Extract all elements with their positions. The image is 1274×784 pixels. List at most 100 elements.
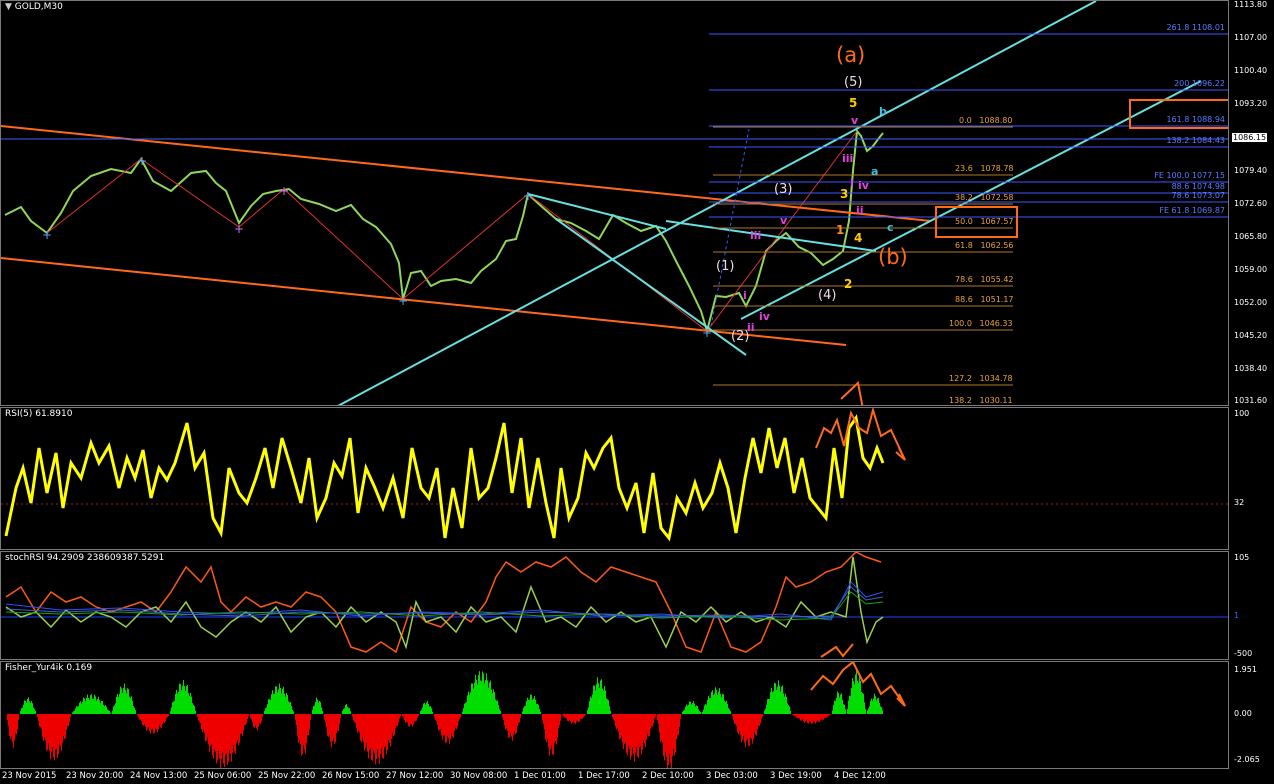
x-tick-label: 25 Nov 06:00	[194, 771, 252, 781]
stochrsi-orange-line	[5, 552, 882, 654]
stochrsi-title: stochRSI 94.2909 238609387.5291	[5, 553, 165, 563]
y-tick-label: 1100.40	[1234, 66, 1268, 75]
y-tick-label: 0.00	[1234, 709, 1252, 718]
y-tick-label: 1.951	[1234, 665, 1257, 674]
fib-label: FE 61.8 1069.87	[1159, 206, 1225, 215]
fisher-y-axis: 1.951 0.00 -2.065	[1230, 661, 1274, 769]
y-tick-label: 1113.80	[1234, 0, 1268, 9]
fisher-canvas	[7, 662, 906, 768]
y-tick-label: 32	[1234, 498, 1245, 507]
x-tick-label: 4 Dec 12:00	[834, 771, 886, 781]
stochrsi-canvas	[1, 552, 1228, 658]
stochrsi-projection-arrow	[820, 643, 854, 658]
fib-label: 138.2 1084.43	[1166, 136, 1225, 145]
stochrsi-green-line	[5, 556, 884, 650]
wave-label-v: v	[851, 114, 859, 127]
retr-label: 23.6 1078.78	[955, 164, 1014, 173]
fisher-pane[interactable]: Fisher_Yur4ik 0.169	[0, 661, 1229, 769]
x-tick-label: 26 Nov 15:00	[322, 771, 380, 781]
wave-label-5-paren: (5)	[844, 75, 863, 90]
wave-label-iii2: iii	[750, 229, 762, 242]
svg-text:+: +	[398, 294, 408, 308]
stochrsi-y-axis: 105 1 -500	[1230, 551, 1274, 660]
x-tick-label: 30 Nov 08:00	[450, 771, 508, 781]
fib-label: 88.6 1074.98	[1171, 182, 1225, 191]
y-tick-label: -500	[1234, 649, 1253, 658]
retr-label: 38.2 1072.58	[955, 193, 1014, 202]
y-tick-label: 1107.00	[1234, 33, 1268, 42]
fractal-markers: + + + + + + +	[42, 154, 712, 340]
retr-label: 127.2 1034.78	[949, 374, 1013, 383]
wave-label-v2: v	[780, 214, 788, 227]
retr-label: 100.0 1046.33	[949, 319, 1013, 328]
x-tick-label: 27 Nov 12:00	[386, 771, 444, 781]
retr-label: 61.8 1062.56	[955, 241, 1014, 250]
svg-text:+: +	[279, 184, 289, 198]
y-tick-label: -2.065	[1234, 755, 1260, 764]
rsi-y-axis: 100 32	[1230, 407, 1274, 550]
price-chart-pane[interactable]: + + + + + + + ▼ GOLD,M30 261.8 1108.01 2…	[0, 0, 1229, 406]
fisher-title: Fisher_Yur4ik 0.169	[5, 663, 93, 673]
fib-label: 261.8 1108.01	[1166, 23, 1225, 32]
x-tick-label: 25 Nov 22:00	[258, 771, 316, 781]
wave-label-a-paren: (a)	[836, 43, 866, 67]
wave-label-b: b	[879, 105, 887, 118]
wave-label-3-paren: (3)	[774, 182, 793, 197]
wave-label-2: 2	[844, 277, 853, 291]
wave-label-ii: ii	[856, 204, 864, 217]
current-price-label: 1086.15	[1232, 133, 1268, 142]
y-tick-label: 1052.00	[1234, 298, 1268, 307]
price-y-axis: 1113.80 1107.00 1100.40 1093.20 1086.15 …	[1230, 0, 1274, 406]
wave-label-i: i	[850, 176, 854, 189]
wave-label-4-paren: (4)	[818, 288, 837, 303]
y-tick-label: 1	[1234, 611, 1240, 620]
svg-text:+: +	[702, 326, 712, 340]
y-tick-label: 100	[1234, 409, 1250, 418]
x-tick-label: 23 Nov 2015	[2, 771, 57, 781]
y-tick-label: 1038.40	[1234, 364, 1268, 373]
wave-label-i2: i	[743, 289, 747, 302]
rsi-pane[interactable]: RSI(5) 61.8910	[0, 407, 1229, 550]
wave-label-iv: iv	[858, 179, 869, 192]
retr-label: 78.6 1055.42	[955, 275, 1014, 284]
wave-label-1-paren: (1)	[716, 259, 735, 274]
wave-label-ii2: ii	[747, 321, 755, 334]
x-tick-label: 1 Dec 01:00	[514, 771, 566, 781]
wave-label-1: 1	[836, 223, 845, 237]
wave-label-5: 5	[849, 96, 858, 110]
y-tick-label: 1059.00	[1234, 265, 1268, 274]
y-tick-label: 1045.20	[1234, 331, 1268, 340]
svg-text:+: +	[137, 154, 147, 168]
x-tick-label: 23 Nov 20:00	[66, 771, 124, 781]
svg-text:+: +	[523, 189, 533, 203]
rsi-title: RSI(5) 61.8910	[5, 409, 73, 419]
chart-title: ▼ GOLD,M30	[5, 2, 63, 12]
fib-label: 200 1096.22	[1174, 79, 1225, 88]
y-tick-label: 105	[1234, 553, 1250, 562]
x-tick-label: 3 Dec 03:00	[706, 771, 758, 781]
x-tick-label: 1 Dec 17:00	[578, 771, 630, 781]
retr-label: 88.6 1051.17	[955, 295, 1014, 304]
orange-channel-upper	[1, 125, 932, 222]
rsi-line	[4, 414, 885, 542]
x-tick-label: 24 Nov 13:00	[130, 771, 188, 781]
fib-label: 78.6 1073.07	[1171, 191, 1225, 200]
retr-label: 138.2 1030.11	[949, 396, 1013, 405]
wave-label-a: a	[871, 165, 879, 178]
y-tick-label: 1031.60	[1234, 396, 1268, 405]
svg-text:+: +	[234, 222, 244, 236]
fib-label: FE 100.0 1077.15	[1154, 171, 1225, 180]
x-tick-label: 2 Dec 10:00	[642, 771, 694, 781]
y-tick-label: 1079.40	[1234, 166, 1268, 175]
y-tick-label: 1072.60	[1234, 199, 1268, 208]
wave-label-c: c	[887, 221, 894, 234]
y-tick-label: 1093.20	[1234, 99, 1268, 108]
price-chart-canvas: + + + + + + +	[1, 1, 1228, 405]
svg-text:+: +	[42, 228, 52, 242]
retr-label: 0.0 1088.80	[959, 116, 1013, 125]
wave-label-4: 4	[854, 231, 863, 245]
rsi-canvas	[1, 408, 1228, 542]
retr-label: 50.0 1067.57	[955, 217, 1014, 226]
stochrsi-pane[interactable]: stochRSI 94.2909 238609387.5291	[0, 551, 1229, 660]
x-tick-label: 3 Dec 19:00	[770, 771, 822, 781]
